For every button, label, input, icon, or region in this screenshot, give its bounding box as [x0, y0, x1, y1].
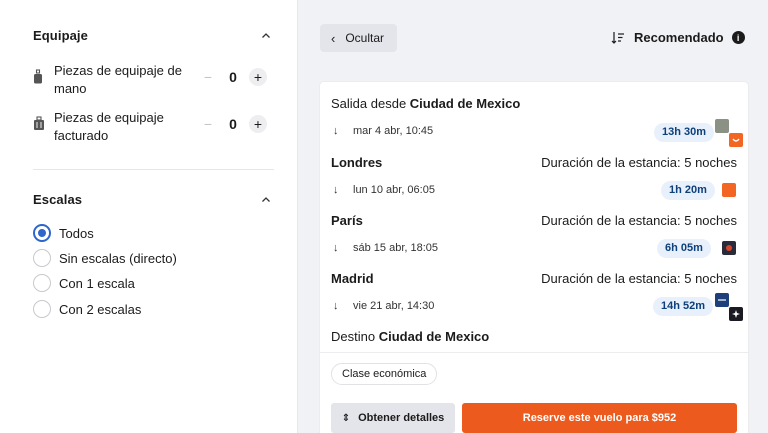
checked-bag-label: Piezas de equipaje facturado [54, 110, 164, 143]
expand-icon: ⇕ [341, 412, 351, 424]
segment-date: sáb 15 abr, 18:05 [353, 242, 439, 254]
checked-bag-row: Piezas de equipaje facturado − 0 + [33, 109, 273, 145]
destination-title: Destino Ciudad de Mexico [331, 329, 489, 344]
carry-on-bag-row: Piezas de equipaje de mano − 0 + [33, 62, 273, 98]
destination-prefix: Destino [331, 329, 376, 344]
stay-duration: Duración de la estancia: 5 noches [541, 155, 737, 170]
card-divider [320, 352, 748, 353]
flight-result-card: Salida desde Ciudad de Mexico ↓ mar 4 ab… [320, 82, 748, 433]
destination-city: Ciudad de Mexico [378, 329, 490, 344]
section-divider [33, 169, 274, 170]
arrow-down-icon: ↓ [333, 242, 339, 254]
stops-option-label: Con 2 escalas [59, 301, 142, 317]
stay-row: Madrid Duración de la estancia: 5 noches [331, 271, 737, 286]
segment-duration: 6h 05m [657, 239, 711, 258]
chevron-left-icon: ‹ [331, 30, 336, 46]
radio-icon[interactable] [33, 249, 51, 267]
stay-row: París Duración de la estancia: 5 noches [331, 213, 737, 228]
segment-date: mar 4 abr, 10:45 [353, 125, 434, 137]
radio-icon[interactable] [33, 300, 51, 318]
origin-city: Ciudad de Mexico [409, 96, 521, 111]
minus-icon[interactable]: − [199, 68, 217, 86]
stops-option-all[interactable]: Todos [33, 224, 94, 242]
luggage-section-header[interactable]: Equipaje [33, 28, 271, 43]
segment-date: lun 10 abr, 06:05 [353, 184, 435, 196]
plus-icon[interactable]: + [249, 115, 267, 133]
info-icon[interactable]: i [731, 31, 745, 44]
checked-bag-stepper: − 0 + [199, 115, 267, 133]
checked-bag-count: 0 [229, 116, 237, 132]
airline-logo-icon [722, 183, 736, 197]
segment-duration: 13h 30m [654, 123, 715, 142]
plus-icon[interactable]: + [249, 68, 267, 86]
segment-date: vie 21 abr, 14:30 [353, 300, 435, 312]
airline-logo-icon [729, 133, 743, 147]
arrow-down-icon: ↓ [333, 300, 339, 312]
arrow-down-icon: ↓ [333, 125, 339, 137]
stops-option-label: Todos [59, 225, 94, 241]
minus-icon[interactable]: − [199, 115, 217, 133]
radio-icon[interactable] [33, 274, 51, 292]
stops-option-label: Con 1 escala [59, 275, 135, 291]
get-details-button[interactable]: ⇕ Obtener detalles [331, 403, 455, 433]
checked-bag-icon [33, 116, 47, 132]
stops-option-direct[interactable]: Sin escalas (directo) [33, 249, 177, 267]
radio-selected-icon[interactable] [33, 224, 51, 242]
sort-label: Recomendado [634, 30, 724, 45]
hide-filters-button[interactable]: ‹ Ocultar [320, 24, 397, 52]
origin-prefix: Salida desde [331, 96, 407, 111]
segment-duration: 14h 52m [653, 297, 714, 316]
carry-on-bag-stepper: − 0 + [199, 68, 267, 86]
airline-logo-icon [715, 119, 729, 133]
chevron-up-icon[interactable] [261, 195, 271, 205]
book-flight-button[interactable]: Reserve este vuelo para $952 [462, 403, 737, 433]
chevron-up-icon[interactable] [261, 31, 271, 41]
stay-row: Londres Duración de la estancia: 5 noche… [331, 155, 737, 170]
segment-duration: 1h 20m [661, 181, 715, 200]
sort-icon [611, 31, 625, 45]
stops-section-title: Escalas [33, 192, 83, 207]
arrow-down-icon: ↓ [333, 184, 339, 196]
carry-on-bag-count: 0 [229, 69, 237, 85]
cabin-class-badge: Clase económica [331, 363, 438, 385]
carry-on-bag-label: Piezas de equipaje de mano [54, 63, 182, 96]
sort-control[interactable]: Recomendado i [611, 30, 745, 45]
stops-option-one-stop[interactable]: Con 1 escala [33, 274, 135, 292]
stops-option-label: Sin escalas (directo) [59, 250, 177, 266]
airline-logo-icon [729, 307, 743, 321]
luggage-section-title: Equipaje [33, 28, 88, 43]
airline-logo-icon [722, 241, 736, 255]
stops-section-header[interactable]: Escalas [33, 192, 271, 207]
filter-panel: Equipaje Piezas de equipaje de mano − 0 … [0, 0, 298, 433]
origin-title: Salida desde Ciudad de Mexico [331, 96, 520, 111]
hide-filters-label: Ocultar [345, 31, 385, 45]
stay-city: París [331, 213, 363, 228]
stay-city: Londres [331, 155, 383, 170]
stops-option-two-stops[interactable]: Con 2 escalas [33, 300, 141, 318]
results-panel: ‹ Ocultar Recomendado i Salida desde Ciu… [298, 0, 768, 433]
carry-on-bag-icon [33, 69, 47, 85]
get-details-label: Obtener detalles [358, 412, 445, 424]
airline-logo-icon [715, 293, 729, 307]
stay-city: Madrid [331, 271, 374, 286]
stay-duration: Duración de la estancia: 5 noches [541, 271, 737, 286]
stay-duration: Duración de la estancia: 5 noches [541, 213, 737, 228]
